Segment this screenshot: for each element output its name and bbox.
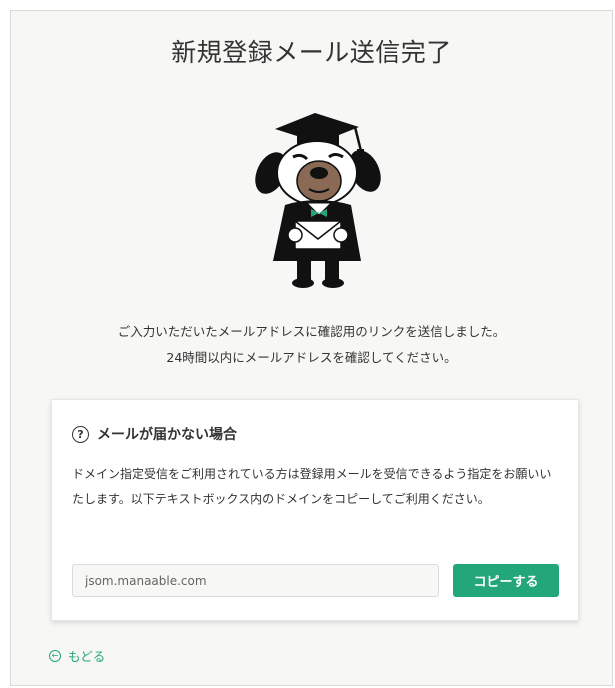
page-title: 新規登録メール送信完了 <box>171 38 452 67</box>
message-line-2: 24時間以内にメールアドレスを確認してください。 <box>166 350 457 365</box>
graduate-pug-mascot <box>255 113 381 288</box>
domain-input[interactable] <box>72 564 439 597</box>
help-card-header: ? メールが届かない場合 <box>72 424 237 444</box>
help-card-title: メールが届かない場合 <box>97 427 237 443</box>
back-link[interactable]: ← もどる <box>49 646 105 665</box>
help-card: ? メールが届かない場合 ドメイン指定受信をご利用されている方は登録用メールを受… <box>51 399 579 621</box>
question-circle-icon: ? <box>72 425 89 443</box>
back-arrow-circle-icon: ← <box>49 649 61 662</box>
confirmation-message: ご入力いただいたメールアドレスに確認用のリンクを送信しました。 24時間以内にメ… <box>11 319 612 371</box>
message-line-1: ご入力いただいたメールアドレスに確認用のリンクを送信しました。 <box>117 324 506 339</box>
back-link-label: もどる <box>68 649 106 664</box>
copy-button[interactable]: コピーする <box>453 564 559 597</box>
help-card-description: ドメイン指定受信をご利用されている方は登録用メールを受信できるよう指定をお願いい… <box>72 467 552 506</box>
page-container: 新規登録メール送信完了 ご入力いただいたメールアドレスに確認用のリンクを送信しま… <box>10 10 613 686</box>
